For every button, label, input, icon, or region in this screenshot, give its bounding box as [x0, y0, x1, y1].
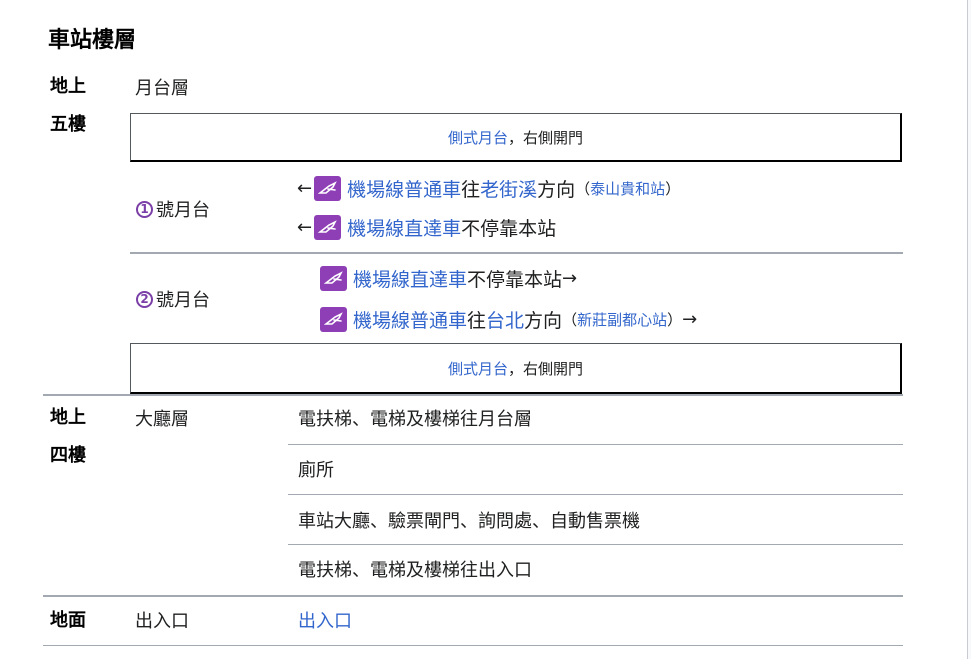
- zone-label-concourse: 大廳層: [135, 409, 189, 430]
- platform-number-icon: 1: [136, 200, 153, 218]
- floor-divider: [43, 595, 903, 597]
- destination-link[interactable]: 老街溪: [480, 175, 537, 202]
- arrow-left-icon: ←: [297, 216, 313, 238]
- arrow-right-icon: →: [562, 267, 578, 289]
- platform-1-line-2: ← 機場線直達車 不停靠本站: [297, 213, 556, 241]
- divider: [43, 645, 903, 646]
- platform-1-label: 1 號月台: [136, 196, 210, 222]
- divider: [130, 252, 903, 254]
- platform-2-line-2: 機場線普通車 往 台北 方向 （ 新莊副都心站 ） →: [318, 305, 697, 333]
- page: 車站樓層 地上 五樓 月台層 側式月台 ， 右側開門 1 號月台 ← 機場線普通…: [0, 0, 968, 659]
- platform-1-line-1: ← 機場線普通車 往 老街溪 方向 （ 泰山貴和站 ）: [297, 174, 680, 202]
- line-link[interactable]: 機場線普通車: [347, 175, 461, 202]
- airport-line-plane-icon[interactable]: [320, 265, 347, 291]
- platform-number-icon: 2: [136, 290, 153, 308]
- facility-row: 電扶梯、電梯及樓梯往出入口: [298, 560, 532, 581]
- side-platform-bottom: 側式月台 ， 右側開門: [130, 343, 902, 394]
- platform-2-label: 2 號月台: [136, 286, 210, 312]
- arrow-right-icon: →: [682, 308, 698, 330]
- airport-line-plane-icon[interactable]: [320, 306, 347, 332]
- destination-link[interactable]: 台北: [486, 306, 524, 333]
- airport-line-plane-icon[interactable]: [314, 175, 342, 201]
- arrow-left-icon: ←: [297, 177, 313, 199]
- airport-line-plane-icon[interactable]: [314, 214, 342, 240]
- floor-label-ground: 地面: [50, 610, 86, 631]
- facility-row: 廁所: [298, 460, 334, 481]
- floor-divider: [43, 394, 903, 396]
- divider: [288, 494, 903, 495]
- terminal-station-link[interactable]: 新莊副都心站: [577, 309, 667, 330]
- divider: [288, 444, 903, 445]
- platform-2-line-1: 機場線直達車 不停靠本站 →: [318, 264, 577, 292]
- side-platform-top: 側式月台 ， 右側開門: [130, 113, 902, 162]
- line-link[interactable]: 機場線普通車: [353, 306, 467, 333]
- zone-label-platform-level: 月台層: [135, 78, 189, 99]
- line-link[interactable]: 機場線直達車: [347, 214, 461, 241]
- page-title: 車站樓層: [48, 28, 137, 53]
- entrance-link[interactable]: 出入口: [298, 607, 352, 633]
- facility-row: 電扶梯、電梯及樓梯往月台層: [298, 409, 532, 430]
- zone-label-entrance: 出入口: [135, 611, 189, 632]
- divider: [288, 544, 903, 545]
- facility-row: 車站大廳、驗票閘門、詢問處、自動售票機: [298, 511, 640, 532]
- side-platform-link[interactable]: 側式月台: [448, 127, 508, 148]
- floor-label-5f: 地上 五樓: [50, 76, 86, 135]
- floor-label-4f: 地上 四樓: [50, 407, 86, 466]
- line-link[interactable]: 機場線直達車: [353, 265, 467, 292]
- side-platform-link[interactable]: 側式月台: [448, 358, 508, 379]
- terminal-station-link[interactable]: 泰山貴和站: [590, 178, 665, 199]
